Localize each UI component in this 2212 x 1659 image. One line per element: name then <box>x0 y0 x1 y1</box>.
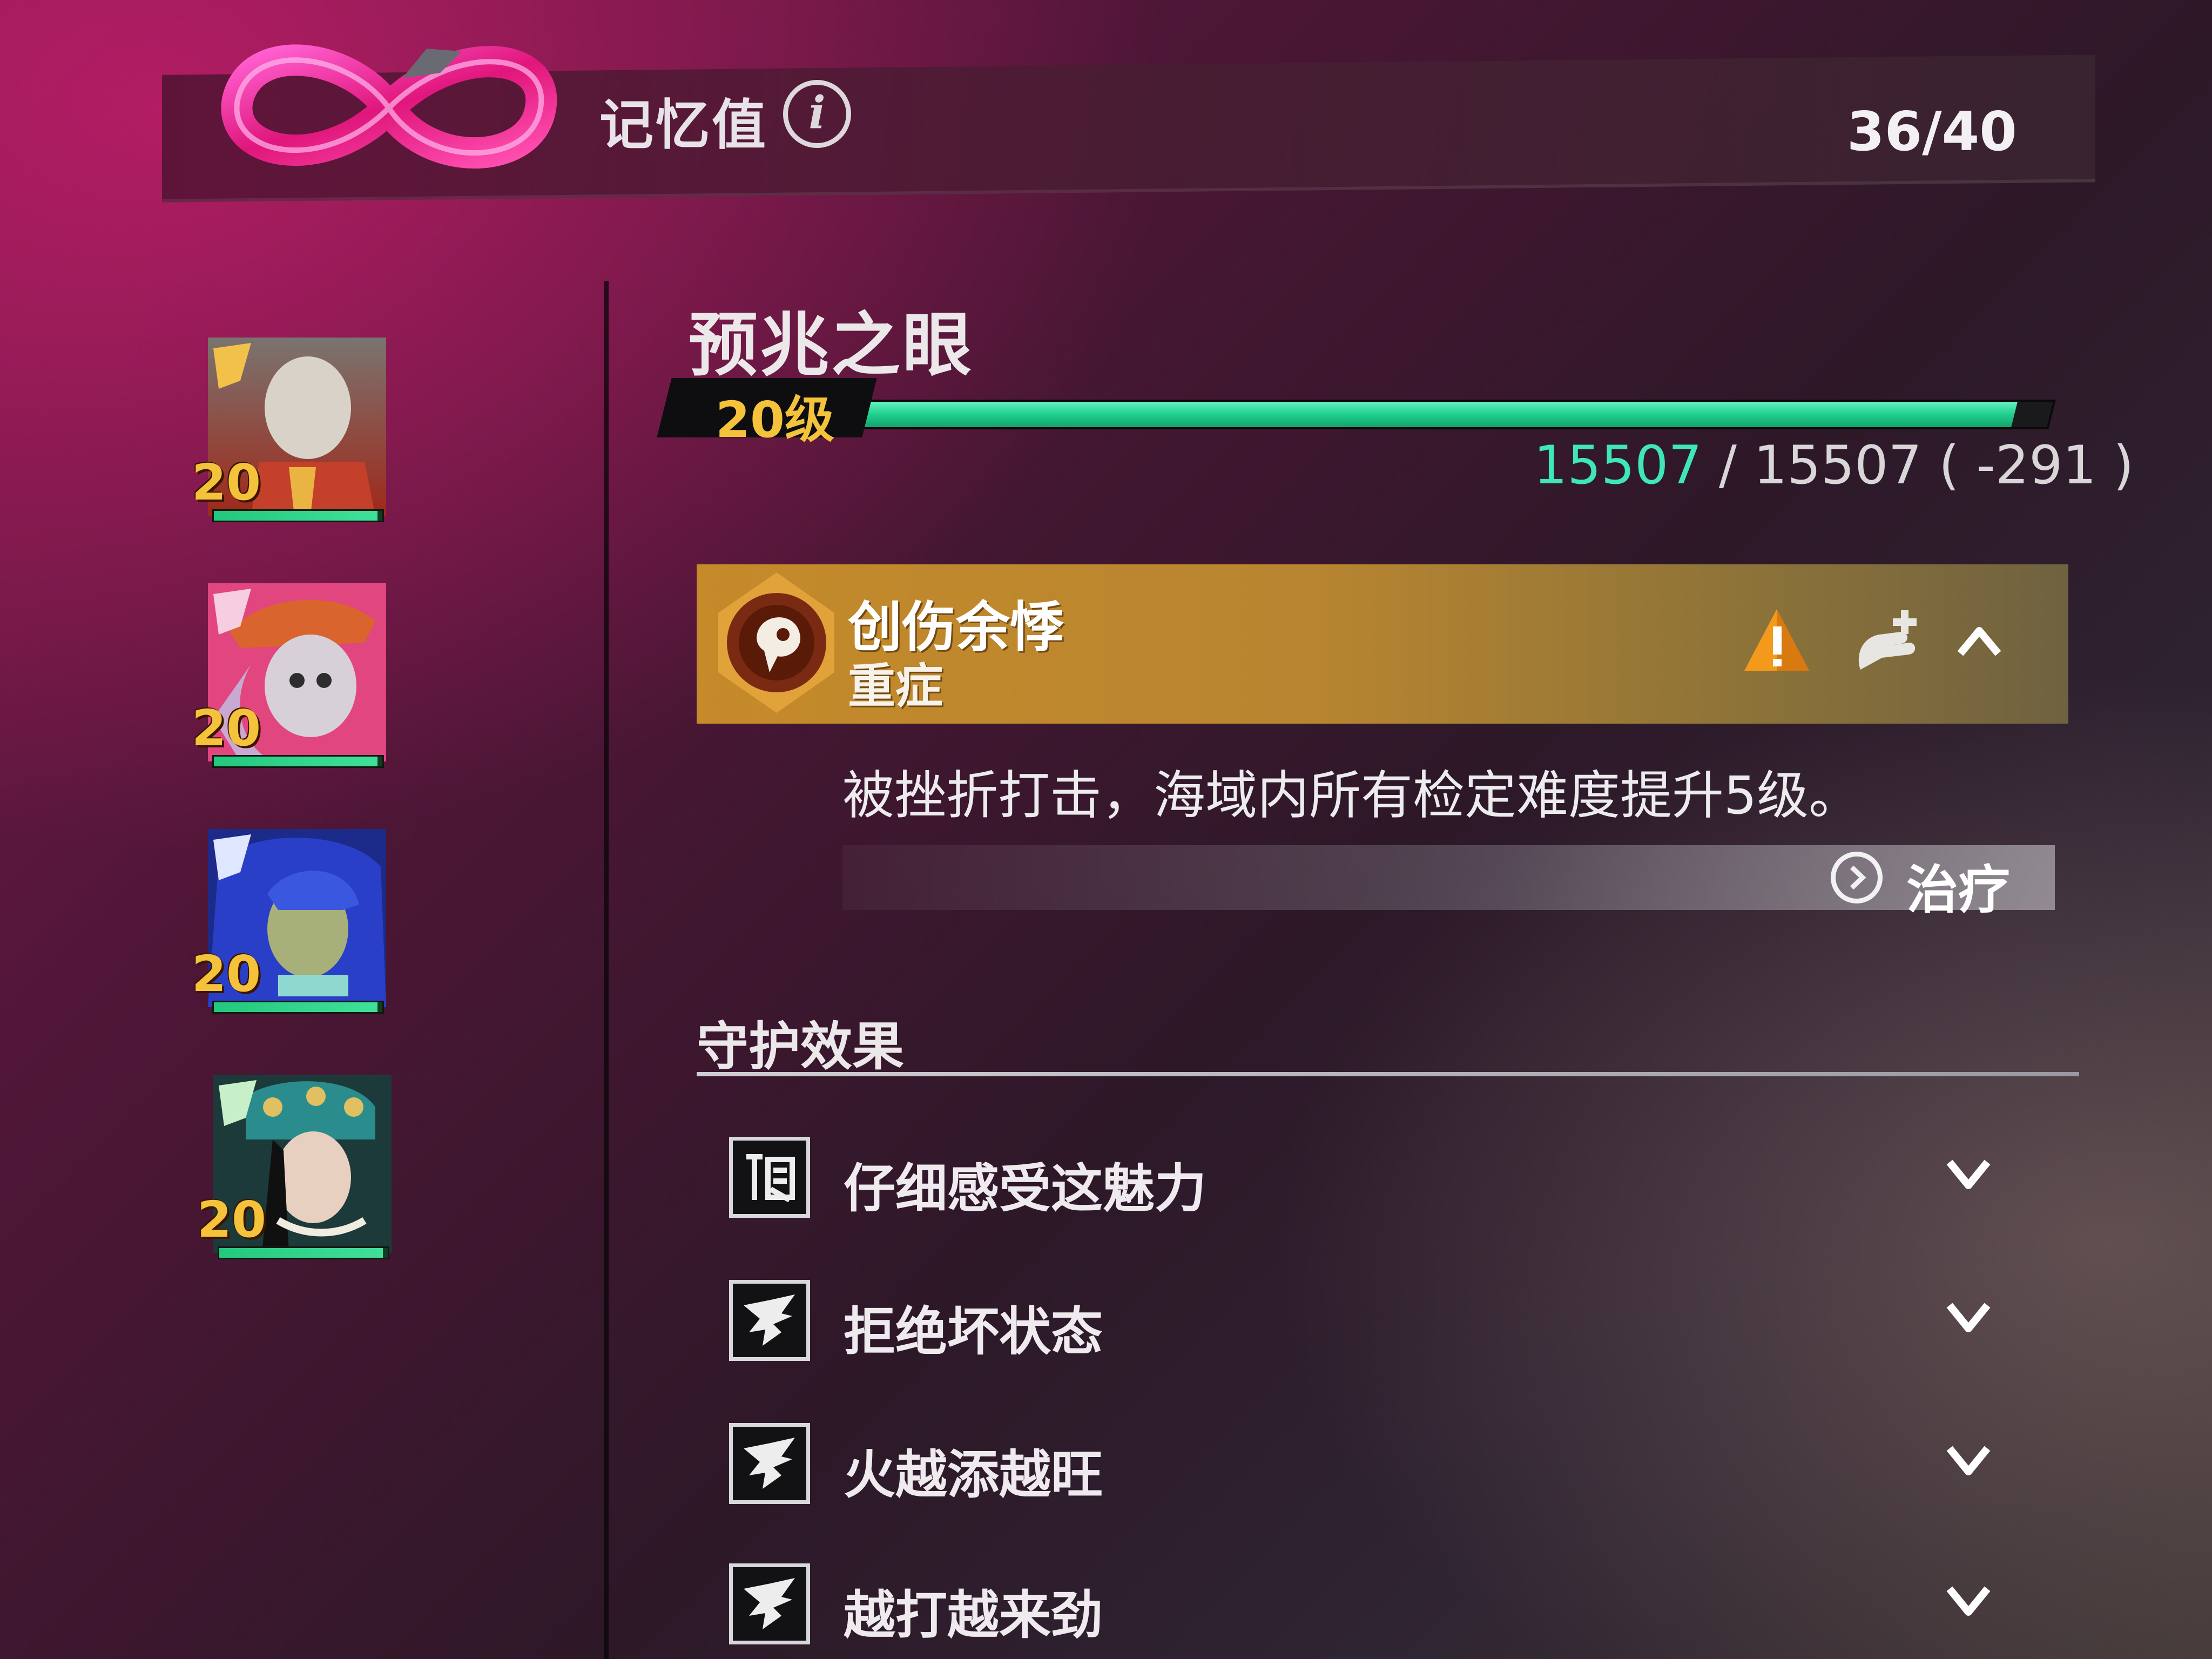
treat-label: 治疗 <box>1906 860 2010 920</box>
status-description: 被挫折打击，海域内所有检定难度提升5级。 <box>842 765 1861 826</box>
roster-level: 20 <box>192 945 261 1003</box>
effect-row-2[interactable]: 拒绝坏状态 <box>729 1274 2025 1366</box>
roster-level: 20 <box>197 1191 267 1249</box>
character-level: 20级 <box>716 391 835 449</box>
healing-hand-icon <box>1858 610 1917 670</box>
roster-level: 20 <box>192 454 261 511</box>
expand-chevron-icon[interactable] <box>1944 1582 1993 1620</box>
memory-counter: 36/40 <box>1847 100 2017 163</box>
expand-chevron-icon[interactable] <box>1944 1299 1993 1337</box>
effect-label: 越打越来劲 <box>844 1585 1103 1645</box>
section-divider <box>697 1072 2079 1076</box>
trauma-badge-icon <box>718 572 834 713</box>
wing-emblem-icon <box>729 1280 810 1361</box>
experience-current: 15507 <box>1534 435 1702 496</box>
experience-text: 15507 / 15507 ( -291 ) <box>1534 435 2134 496</box>
roster-portrait-1[interactable]: 20 <box>192 338 386 522</box>
experience-bar <box>860 400 2056 429</box>
arrow-circle-icon <box>1831 852 1883 903</box>
charm-glyph-icon <box>729 1137 810 1218</box>
vertical-divider <box>604 281 609 1659</box>
roster-portrait-3[interactable]: 20 <box>192 829 386 1014</box>
effect-row-3[interactable]: 火越添越旺 <box>729 1418 2025 1509</box>
infinity-loop-icon <box>221 44 557 169</box>
roster-level: 20 <box>192 699 261 757</box>
effect-row-4[interactable]: 越打越来劲 <box>729 1558 2025 1650</box>
expand-chevron-icon[interactable] <box>1944 1156 1993 1193</box>
warning-icon <box>1744 609 1809 671</box>
status-severity: 重症 <box>848 658 943 714</box>
roster-portrait-4[interactable]: 20 <box>197 1075 392 1259</box>
info-icon[interactable]: i <box>783 80 851 148</box>
wing-emblem-icon <box>729 1423 810 1504</box>
character-name: 预兆之眼 <box>689 305 974 386</box>
effect-label: 拒绝坏状态 <box>844 1301 1103 1362</box>
guard-section-title: 守护效果 <box>697 1016 904 1077</box>
effect-row-1[interactable]: 仔细感受这魅力 <box>729 1131 2025 1223</box>
effect-label: 仔细感受这魅力 <box>844 1158 1206 1219</box>
expand-chevron-icon[interactable] <box>1944 1442 1993 1480</box>
effect-label: 火越添越旺 <box>844 1445 1103 1505</box>
collapse-chevron-icon[interactable] <box>1955 621 2004 659</box>
experience-rest: / 15507 ( -291 ) <box>1702 435 2134 496</box>
roster-portrait-2[interactable]: 20 <box>192 583 386 768</box>
wing-emblem-icon <box>729 1563 810 1644</box>
memory-value-title: 记忆值 <box>599 93 768 157</box>
